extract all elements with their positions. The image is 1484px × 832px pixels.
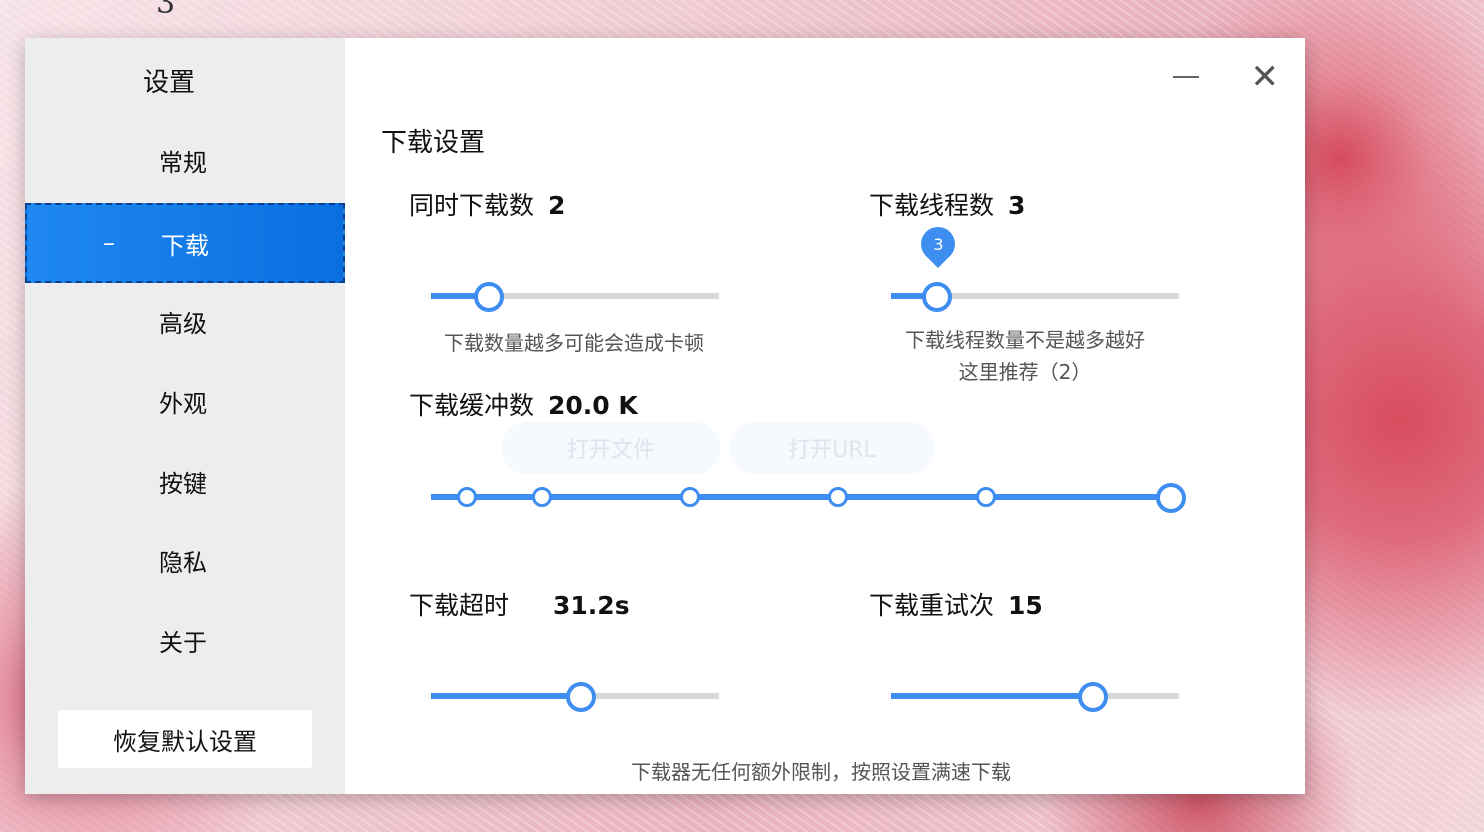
download-retries-label: 下载重试次 15 [869, 586, 1043, 622]
wallpaper-number: 3 [156, 0, 176, 21]
slider-thumb[interactable] [473, 282, 504, 312]
download-threads-note-line1: 下载线程数量不是越多越好 [905, 328, 1145, 352]
footer-note: 下载器无任何额外限制，按照设置满速下载 [631, 760, 1011, 784]
open-file-button[interactable]: 打开文件 [501, 422, 721, 474]
download-timeout-slider[interactable] [431, 681, 719, 712]
download-buffer-label: 下载缓冲数 20.0 K [409, 386, 638, 422]
sidebar-item-label: 下载 [161, 231, 209, 260]
sidebar-item-label: 外观 [159, 389, 207, 418]
slider-thumb[interactable] [1077, 682, 1108, 712]
concurrent-downloads-slider[interactable] [431, 281, 719, 312]
concurrent-downloads-label: 同时下载数 2 [409, 186, 565, 222]
slider-step-mark [828, 487, 848, 507]
download-buffer-value: 20.0 K [548, 391, 638, 420]
open-url-button[interactable]: 打开URL [729, 422, 935, 474]
download-timeout-value: 31.2s [553, 591, 630, 620]
sidebar-item-general[interactable]: 常规 [25, 120, 345, 200]
download-buffer-slider[interactable] [431, 482, 1186, 513]
sidebar-item-label: 高级 [159, 309, 207, 338]
download-retries-text: 下载重试次 [869, 591, 995, 620]
download-timeout-text: 下载超时 [409, 591, 510, 620]
sidebar-item-appearance[interactable]: 外观 [25, 361, 345, 441]
slider-thumb[interactable] [565, 682, 596, 712]
sidebar-item-keys[interactable]: 按键 [25, 441, 345, 521]
restore-defaults-button[interactable]: 恢复默认设置 [58, 710, 312, 768]
minimize-icon[interactable] [1173, 76, 1199, 78]
sidebar-item-advanced[interactable]: 高级 [25, 281, 345, 361]
download-retries-slider[interactable] [891, 681, 1179, 712]
sidebar-title: 设置 [142, 68, 195, 98]
close-icon[interactable]: ✕ [1251, 60, 1280, 94]
active-indicator: – [103, 229, 115, 257]
slider-step-mark [532, 487, 552, 507]
sidebar-item-label: 按键 [159, 469, 207, 498]
slider-fill [891, 693, 1093, 699]
slider-step-mark [976, 487, 996, 507]
sidebar: 设置 常规 – 下载 高级 外观 按键 隐私 关于 恢复默认设置 [25, 38, 345, 794]
download-timeout-label: 下载超时 31.2s [409, 586, 630, 622]
settings-window: 设置 常规 – 下载 高级 外观 按键 隐私 关于 恢复默认设置 ✕ 下载设置 [25, 38, 1305, 794]
download-retries-value: 15 [1008, 591, 1043, 620]
sidebar-item-about[interactable]: 关于 [25, 600, 345, 680]
concurrent-downloads-value: 2 [548, 191, 566, 220]
download-threads-slider[interactable] [891, 281, 1179, 312]
download-threads-text: 下载线程数 [869, 191, 995, 220]
sidebar-item-privacy[interactable]: 隐私 [25, 520, 345, 600]
download-threads-label: 下载线程数 3 [869, 186, 1025, 222]
sidebar-item-label: 常规 [159, 148, 207, 177]
download-buffer-text: 下载缓冲数 [409, 391, 535, 420]
sidebar-item-label: 隐私 [159, 548, 207, 577]
sidebar-item-label: 关于 [159, 628, 207, 657]
download-threads-note-line2: 这里推荐（2） [958, 360, 1092, 384]
thread-value-tooltip: 3 [913, 219, 963, 269]
tooltip-value: 3 [932, 234, 944, 254]
download-threads-note: 下载线程数量不是越多越好 这里推荐（2） [875, 324, 1175, 388]
concurrent-downloads-text: 同时下载数 [409, 191, 535, 220]
download-threads-value: 3 [1008, 191, 1026, 220]
concurrent-downloads-note: 下载数量越多可能会造成卡顿 [444, 331, 704, 355]
settings-content: ✕ 下载设置 同时下载数 2 下载数量越多可能会造成卡顿 下载线程数 3 3 下载线… [345, 38, 1305, 794]
slider-step-mark [457, 487, 477, 507]
slider-fill [431, 693, 581, 699]
sidebar-item-download[interactable]: – 下载 [25, 203, 345, 283]
slider-step-mark [680, 487, 700, 507]
slider-thumb[interactable] [1156, 483, 1186, 513]
section-title: 下载设置 [381, 128, 486, 158]
slider-thumb[interactable] [922, 282, 953, 312]
